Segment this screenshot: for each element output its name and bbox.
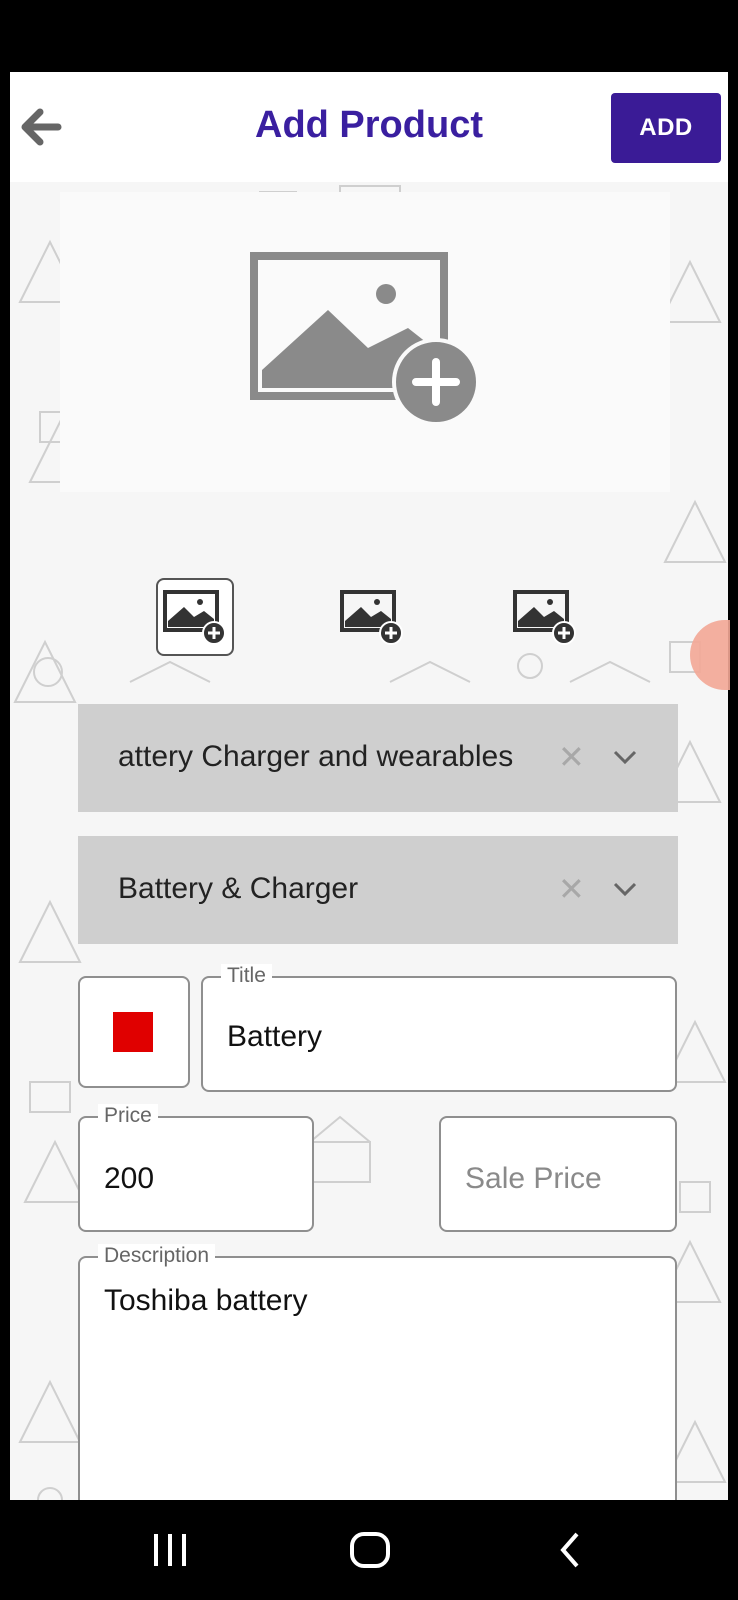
chevron-down-icon[interactable] bbox=[610, 742, 640, 772]
chevron-down-icon[interactable] bbox=[610, 874, 640, 904]
category-value: attery Charger and wearables bbox=[118, 740, 514, 773]
home-icon bbox=[350, 1532, 390, 1568]
add-button[interactable]: ADD bbox=[611, 93, 721, 163]
sale-price-placeholder: Sale Price bbox=[465, 1162, 602, 1195]
price-field[interactable]: Price 200 bbox=[78, 1104, 314, 1232]
subcategory-value: Battery & Charger bbox=[118, 872, 359, 905]
close-icon[interactable]: ✕ bbox=[558, 738, 585, 776]
main-image-picker[interactable] bbox=[60, 192, 670, 492]
back-icon bbox=[560, 1532, 579, 1568]
price-value: 200 bbox=[104, 1162, 155, 1195]
thumbnail-1[interactable] bbox=[156, 578, 234, 656]
title-value: Battery bbox=[227, 1020, 323, 1053]
title-label: Title bbox=[221, 964, 272, 988]
add-image-icon bbox=[250, 252, 480, 426]
description-field[interactable]: Description Toshiba battery bbox=[78, 1244, 677, 1500]
system-navbar bbox=[0, 1500, 738, 1600]
subcategory-select[interactable]: Battery & Charger ✕ bbox=[78, 836, 678, 944]
thumbnail-2[interactable] bbox=[333, 578, 411, 656]
close-icon[interactable]: ✕ bbox=[558, 870, 585, 908]
description-label: Description bbox=[98, 1244, 216, 1268]
category-select[interactable]: attery Charger and wearables ✕ bbox=[78, 704, 678, 812]
system-back-button[interactable] bbox=[540, 1530, 600, 1570]
app-header: Add Product ADD bbox=[10, 72, 728, 182]
price-label: Price bbox=[98, 1104, 158, 1128]
add-image-icon bbox=[163, 590, 226, 645]
title-field[interactable]: Title Battery bbox=[201, 964, 677, 1092]
recent-apps-button[interactable] bbox=[140, 1530, 200, 1570]
form-content: attery Charger and wearables ✕ Battery &… bbox=[10, 182, 728, 1500]
add-image-icon bbox=[340, 590, 403, 645]
home-button[interactable] bbox=[340, 1530, 400, 1570]
sale-price-field[interactable]: Sale Price bbox=[439, 1116, 677, 1232]
thumbnail-3[interactable] bbox=[506, 578, 584, 656]
app-screen: Add Product ADD attery Charger and weara… bbox=[10, 72, 728, 1500]
description-value: Toshiba battery bbox=[104, 1284, 308, 1317]
recent-apps-icon bbox=[154, 1534, 186, 1566]
color-picker[interactable] bbox=[78, 976, 190, 1088]
color-swatch bbox=[113, 1012, 153, 1052]
add-image-icon bbox=[513, 590, 576, 645]
